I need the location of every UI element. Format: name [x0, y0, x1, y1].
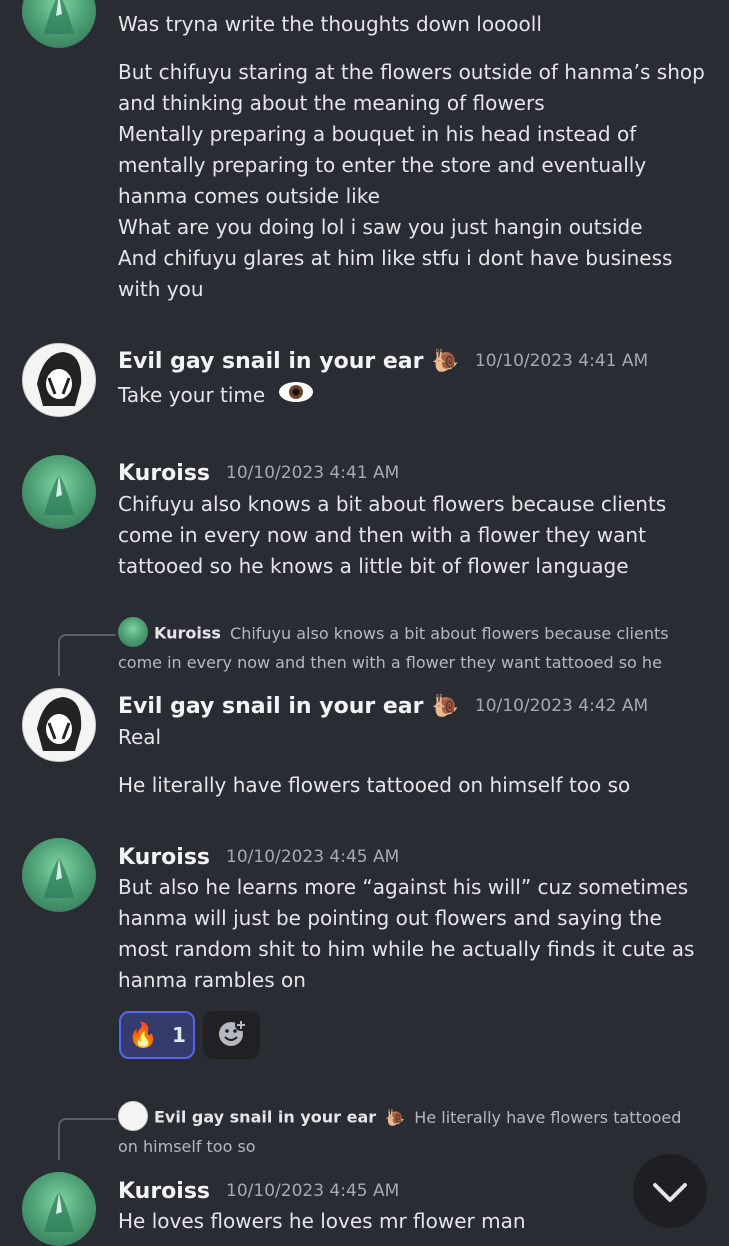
- message-text: But also he learns more “against his wil…: [118, 875, 695, 992]
- message-timestamp: 10/10/2023 4:41 AM: [226, 463, 400, 483]
- evil-gay-snail-avatar[interactable]: [22, 688, 96, 762]
- message-0-line-3: What are you doing lol i saw you just ha…: [118, 215, 643, 239]
- reply-avatar: [118, 617, 148, 647]
- chevron-down-icon: [653, 1183, 687, 1202]
- message-author[interactable]: Evil gay snail in your ear: [118, 694, 423, 719]
- kuroiss-avatar[interactable]: [22, 1172, 96, 1246]
- reply-connector: [58, 1118, 116, 1160]
- reply-author[interactable]: Kuroiss: [154, 624, 221, 643]
- reply-avatar: [118, 1101, 148, 1131]
- message-line-0: Real: [118, 725, 162, 749]
- message-text: Chifuyu also knows a bit about flowers b…: [118, 492, 667, 578]
- eye-emoji-icon: [278, 381, 314, 412]
- add-reaction-button[interactable]: [203, 1011, 260, 1059]
- fire-emoji-icon: 🔥: [128, 1021, 158, 1049]
- message-0-line-0: Was tryna write the thoughts down looool…: [118, 12, 542, 36]
- reply-preview[interactable]: Kuroiss Chifuyu also knows a bit about f…: [118, 617, 698, 676]
- message-0-line-4: And chifuyu glares at him like stfu i do…: [118, 246, 673, 301]
- message-timestamp: 10/10/2023 4:41 AM: [474, 351, 649, 371]
- snail-emoji-icon: 🐌: [431, 693, 459, 719]
- message-timestamp: 10/10/2023 4:42 AM: [474, 696, 649, 716]
- kuroiss-avatar[interactable]: [22, 455, 96, 529]
- reply-preview[interactable]: Evil gay snail in your ear 🐌 He literall…: [118, 1101, 698, 1160]
- message-line-1: He literally have flowers tattooed on hi…: [118, 773, 631, 797]
- message-text: Take your time: [118, 383, 266, 407]
- message-0-line-1: But chifuyu staring at the flowers outsi…: [118, 60, 705, 115]
- reply-author[interactable]: Evil gay snail in your ear: [154, 1108, 376, 1127]
- fire-reaction-button[interactable]: 🔥 1: [119, 1011, 195, 1059]
- snail-emoji-icon: 🐌: [385, 1107, 406, 1127]
- kuroiss-avatar[interactable]: [22, 0, 96, 48]
- message-timestamp: 10/10/2023 4:45 AM: [226, 847, 400, 867]
- message-author[interactable]: Kuroiss: [118, 1179, 210, 1204]
- evil-gay-snail-avatar[interactable]: [22, 343, 96, 417]
- message-timestamp: 10/10/2023 4:45 AM: [226, 1181, 400, 1201]
- reply-connector: [58, 634, 116, 676]
- message-author[interactable]: Evil gay snail in your ear: [118, 349, 423, 374]
- jump-to-bottom-button[interactable]: [633, 1154, 707, 1228]
- kuroiss-avatar[interactable]: [22, 838, 96, 912]
- message-text: He loves flowers he loves mr flower man: [118, 1209, 526, 1233]
- message-0-line-2: Mentally preparing a bouquet in his head…: [118, 122, 647, 208]
- add-reaction-icon: [216, 1017, 248, 1053]
- reaction-count: 1: [171, 1023, 186, 1047]
- message-author[interactable]: Kuroiss: [118, 845, 210, 870]
- snail-emoji-icon: 🐌: [431, 348, 459, 374]
- message-author[interactable]: Kuroiss: [118, 461, 210, 486]
